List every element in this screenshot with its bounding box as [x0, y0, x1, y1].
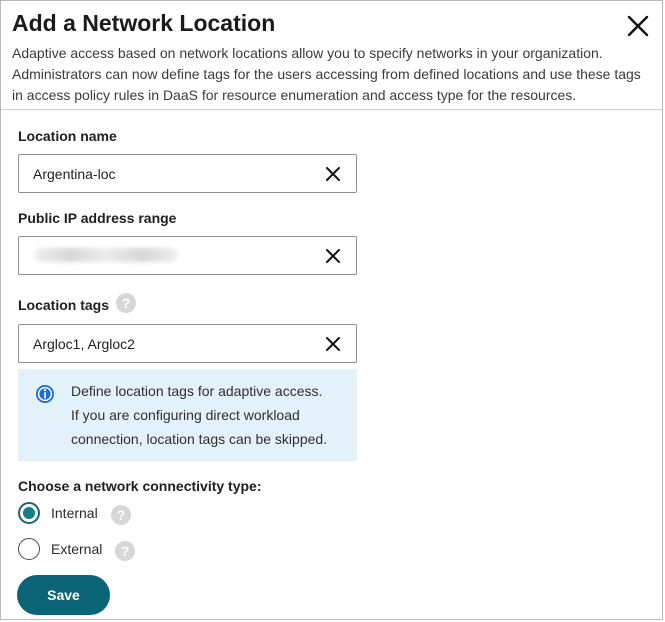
- add-network-location-dialog: Add a Network Location Adaptive access b…: [0, 0, 663, 620]
- public-ip-range-label: Public IP address range: [18, 210, 177, 226]
- help-icon[interactable]: ?: [115, 541, 135, 561]
- dialog-description: Adaptive access based on network locatio…: [12, 45, 641, 103]
- close-icon: [627, 15, 649, 37]
- internal-radio-button[interactable]: [18, 502, 40, 524]
- location-tags-label: Location tags: [18, 297, 110, 313]
- close-icon: [326, 249, 340, 263]
- internal-radio-option[interactable]: Internal: [18, 502, 100, 526]
- info-line-1: Define location tags for adaptive access…: [71, 383, 323, 399]
- dialog-title: Add a Network Location: [12, 10, 276, 36]
- connectivity-type-label: Choose a network connectivity type:: [18, 478, 262, 494]
- info-message: Define location tags for adaptive access…: [71, 379, 346, 451]
- close-button[interactable]: [624, 12, 652, 40]
- location-name-input[interactable]: [33, 163, 313, 184]
- location-name-label: Location name: [18, 128, 117, 144]
- save-button[interactable]: Save: [17, 575, 110, 615]
- dialog-header: Add a Network Location Adaptive access b…: [1, 1, 662, 110]
- blurred-ip-value: [34, 248, 178, 262]
- location-tags-input[interactable]: [33, 333, 313, 354]
- public-ip-range-field[interactable]: [18, 236, 357, 275]
- internal-radio-label: Internal: [51, 505, 98, 521]
- clear-location-name-button[interactable]: [323, 164, 343, 184]
- close-icon: [326, 167, 340, 181]
- external-radio-option[interactable]: External: [18, 538, 106, 562]
- info-icon: [36, 385, 54, 403]
- location-name-field[interactable]: [18, 154, 357, 193]
- info-line-2: If you are configuring direct workload: [71, 407, 300, 423]
- clear-location-tags-button[interactable]: [323, 334, 343, 354]
- info-line-3: connection, location tags can be skipped…: [71, 431, 328, 447]
- clear-public-ip-range-button[interactable]: [323, 246, 343, 266]
- location-tags-info-box: Define location tags for adaptive access…: [18, 369, 357, 461]
- help-icon[interactable]: ?: [116, 293, 136, 313]
- external-radio-label: External: [51, 541, 103, 557]
- external-radio-button[interactable]: [18, 538, 40, 560]
- close-icon: [326, 337, 340, 351]
- help-icon[interactable]: ?: [111, 505, 131, 525]
- location-tags-field[interactable]: [18, 324, 357, 363]
